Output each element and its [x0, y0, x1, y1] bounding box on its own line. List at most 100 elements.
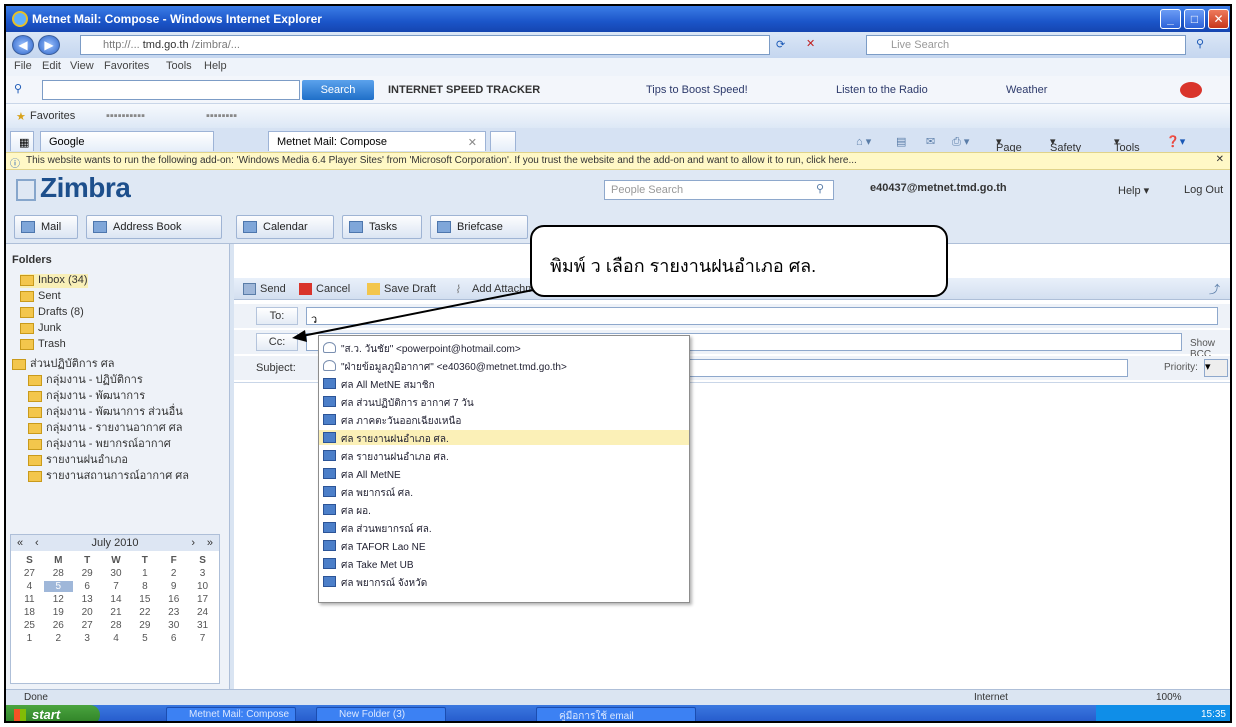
toolbar-search-input[interactable] [42, 80, 300, 100]
autocomplete-item[interactable]: "ฝ่ายข้อมูลภูมิอากาศ" <e40360@metnet.tmd… [319, 358, 689, 373]
cancel-button[interactable]: Cancel [296, 281, 356, 298]
folder-item[interactable]: กลุ่มงาน - พยากรณ์อากาศ [28, 434, 171, 450]
app-tab-address-book[interactable]: Address Book [86, 215, 222, 239]
calendar-day[interactable]: 27 [73, 620, 102, 631]
folder-item[interactable]: Sent [20, 290, 61, 304]
weather-link[interactable]: Weather [1006, 84, 1047, 96]
calendar-day[interactable]: 24 [188, 607, 217, 618]
print-icon[interactable]: ⎙ ▾ [952, 135, 969, 149]
close-infobar-icon[interactable]: ✕ [1216, 154, 1224, 165]
calendar-day[interactable]: 12 [44, 594, 73, 605]
calendar-day[interactable]: 16 [159, 594, 188, 605]
calendar-day[interactable]: 10 [188, 581, 217, 592]
people-search-icon[interactable]: ⚲ [816, 182, 824, 195]
autocomplete-item[interactable]: ศล ผอ. [319, 502, 689, 517]
page-menu[interactable]: Page ▾ [996, 135, 1022, 154]
calendar-day[interactable]: 30 [159, 620, 188, 631]
calendar-day[interactable]: 28 [44, 568, 73, 579]
help-icon[interactable]: ❓▾ [1166, 135, 1185, 148]
calendar-day[interactable]: 19 [44, 607, 73, 618]
calendar-day[interactable]: 21 [102, 607, 131, 618]
calendar-day[interactable]: 29 [73, 568, 102, 579]
autocomplete-item[interactable]: ศล ส่วนปฏิบัติการ อากาศ 7 วัน [319, 394, 689, 409]
menu-edit[interactable]: Edit [42, 60, 61, 72]
menu-file[interactable]: File [14, 60, 32, 72]
calendar-day[interactable]: 1 [130, 568, 159, 579]
app-tab-briefcase[interactable]: Briefcase [430, 215, 528, 239]
calendar-day[interactable]: 4 [15, 581, 44, 592]
folder-item[interactable]: กลุ่มงาน - ปฏิบัติการ [28, 370, 143, 386]
priority-select[interactable]: ▾ [1204, 359, 1228, 377]
folder-item[interactable]: กลุ่มงาน - พัฒนาการ [28, 386, 145, 402]
autocomplete-item[interactable]: ศล All MetNE สมาชิก [319, 376, 689, 391]
calendar-day[interactable]: 15 [130, 594, 159, 605]
address-input[interactable]: http://... tmd.go.th /zimbra/... [80, 35, 770, 55]
favorites-button[interactable]: Favorites [30, 110, 75, 122]
calendar-day[interactable]: 23 [159, 607, 188, 618]
maximize-button[interactable]: □ [1184, 9, 1205, 29]
calendar-day[interactable]: 5 [43, 581, 73, 592]
search-icon[interactable]: ⚲ [1196, 37, 1204, 50]
calendar-day[interactable]: 18 [15, 607, 44, 618]
autocomplete-item[interactable]: ศล พยากรณ์ ศล. [319, 484, 689, 499]
folder-item[interactable]: รายงานฝนอำเภอ [28, 450, 128, 466]
mail-icon[interactable]: ✉ [926, 135, 935, 148]
calendar-day[interactable]: 27 [15, 568, 44, 579]
menu-tools[interactable]: Tools [166, 60, 192, 72]
calendar-day[interactable]: 25 [15, 620, 44, 631]
menu-view[interactable]: View [70, 60, 94, 72]
refresh-icon[interactable]: ⟳ [776, 38, 785, 51]
folder-item[interactable]: Trash [20, 338, 66, 352]
app-tab-mail[interactable]: Mail [14, 215, 78, 239]
autocomplete-item[interactable]: ศล Take Met UB [319, 556, 689, 571]
autocomplete-item[interactable]: ศล พยากรณ์ จังหวัด [319, 574, 689, 589]
tools-menu[interactable]: Tools ▾ [1114, 135, 1140, 154]
autocomplete-item[interactable]: ศล ส่วนพยากรณ์ ศล. [319, 520, 689, 535]
taskbar-item-folder[interactable]: New Folder (3) [316, 707, 446, 721]
folder-item[interactable]: Drafts (8) [20, 306, 84, 320]
logout-link[interactable]: Log Out [1184, 184, 1223, 196]
minimize-button[interactable]: _ [1160, 9, 1181, 29]
next-month-button[interactable]: › [191, 535, 195, 551]
folder-item[interactable]: กลุ่มงาน - พัฒนาการ ส่วนอื่น [28, 402, 183, 418]
to-button[interactable]: To: [256, 307, 298, 325]
folders-header[interactable]: Folders [12, 254, 52, 266]
calendar-day[interactable]: 11 [15, 594, 44, 605]
calendar-day[interactable]: 29 [130, 620, 159, 631]
suggested-sites-link[interactable]: ▪▪▪▪▪▪▪▪▪▪ [106, 110, 145, 122]
to-input[interactable]: ว [306, 307, 1218, 326]
prev-year-button[interactable]: « [17, 535, 23, 551]
home-icon[interactable]: ⌂ ▾ [856, 135, 871, 148]
calendar-day[interactable]: 31 [188, 620, 217, 631]
speed-tracker-label[interactable]: INTERNET SPEED TRACKER [388, 84, 540, 96]
quick-tabs-button[interactable]: ▦ [10, 131, 34, 151]
forward-button[interactable]: ▶ [38, 35, 60, 55]
calendar-day[interactable]: 26 [44, 620, 73, 631]
live-search-input[interactable]: Live Search [866, 35, 1186, 55]
autocomplete-item[interactable]: ศล All MetNE [319, 466, 689, 481]
send-button[interactable]: Send [240, 281, 292, 298]
people-search-input[interactable]: People Search [604, 180, 834, 200]
calendar-day[interactable]: 6 [73, 581, 102, 592]
autocomplete-item[interactable]: ศล TAFOR Lao NE [319, 538, 689, 553]
prev-month-button[interactable]: ‹ [35, 535, 39, 551]
autocomplete-item[interactable]: "ส.ว. วันชัย" <powerpoint@hotmail.com> [319, 340, 689, 355]
zoom-level[interactable]: 100% [1156, 692, 1182, 703]
calendar-day[interactable]: 20 [73, 607, 102, 618]
info-bar[interactable]: ⓘ This website wants to run the followin… [6, 152, 1230, 170]
radio-link[interactable]: Listen to the Radio [836, 84, 928, 96]
calendar-day[interactable]: 22 [130, 607, 159, 618]
safety-menu[interactable]: Safety ▾ [1050, 135, 1081, 154]
calendar-day[interactable]: 14 [102, 594, 131, 605]
folder-item[interactable]: ส่วนปฏิบัติการ ศล [12, 354, 114, 370]
calendar-day[interactable]: 6 [159, 633, 188, 644]
close-tab-icon[interactable]: ✕ [468, 136, 477, 149]
calendar-day[interactable]: 13 [73, 594, 102, 605]
calendar-day[interactable]: 28 [102, 620, 131, 631]
addon-icon[interactable] [1180, 82, 1202, 98]
folder-item[interactable]: Inbox (34) [20, 274, 88, 288]
calendar-day[interactable]: 3 [73, 633, 102, 644]
autocomplete-item[interactable]: ศล ภาคตะวันออกเฉียงเหนือ [319, 412, 689, 427]
menu-help[interactable]: Help [204, 60, 227, 72]
folder-item[interactable]: กลุ่มงาน - รายงานอากาศ ศล [28, 418, 182, 434]
